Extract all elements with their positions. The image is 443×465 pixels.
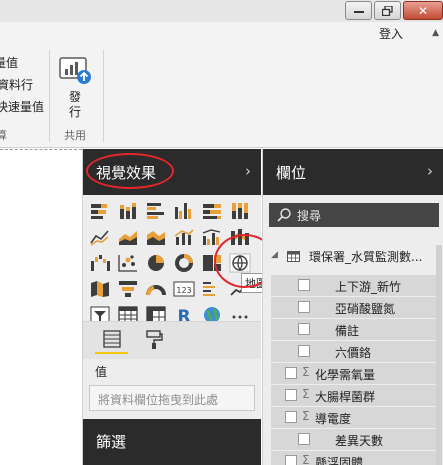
sigma-icon: Σ [302,453,310,465]
field-item[interactable]: Σ 化學需氧量 [271,363,437,384]
table-name: 環保署_水質監測數... [309,250,423,264]
stacked-column-icon[interactable] [117,201,139,221]
visualizations-collapse-button[interactable]: › [245,162,251,180]
search-placeholder: 搜尋 [297,209,322,223]
field-checkbox[interactable] [298,345,310,357]
field-name: 化學需氧量 [315,368,376,382]
values-drop-zone[interactable]: 將資料欄位拖曳到此處 [89,385,255,411]
expand-triangle-icon[interactable]: ◢ [271,250,278,260]
field-name: 上下游_新竹 [335,280,402,294]
stacked-bar-icon[interactable] [89,201,111,221]
restore-icon [382,5,393,16]
publish-icon [59,57,91,84]
ribbon-collapse-icon[interactable]: ▲ [432,28,439,38]
table-icon [287,251,300,262]
minimize-button[interactable] [345,1,372,20]
fields-collapse-button[interactable]: › [427,162,433,180]
publish-label: 發行 [69,90,82,119]
field-name: 懸浮固體 [315,456,364,465]
gauge-icon[interactable] [145,279,167,299]
field-name: 備註 [335,324,360,338]
pie-chart-icon[interactable] [145,253,167,273]
annotation-circle-title [86,153,174,189]
field-checkbox[interactable] [298,301,310,313]
area-chart-icon[interactable] [117,227,139,247]
field-item[interactable]: 備註 [271,319,437,340]
field-name: 導電度 [315,412,352,426]
ribbon-group-share-label: 共用 [64,129,86,142]
filters-header[interactable]: 篩選 [83,419,261,465]
close-button[interactable]: ✕ [403,1,443,20]
line-column-icon[interactable] [173,227,195,247]
field-checkbox[interactable] [285,367,297,379]
fields-tab-icon[interactable] [103,330,121,348]
field-item[interactable]: 上下游_新竹 [271,275,437,296]
donut-icon[interactable] [173,253,195,273]
format-paint-roller-icon[interactable] [145,330,163,350]
field-name: 差異天數 [335,434,384,448]
stacked-area-icon[interactable] [145,227,167,247]
100pct-bar-icon[interactable] [201,201,223,221]
ribbon: 登入 ▲ 量值 資料行 快速量值 算 發行 共用 [0,22,443,148]
close-icon: ✕ [417,3,429,18]
field-table-header[interactable]: ◢ 環保署_水質監測數... [263,245,443,267]
sigma-icon: Σ [302,387,310,401]
line-chart-icon[interactable] [89,227,111,247]
field-checkbox[interactable] [298,433,310,445]
card-icon[interactable]: 123 [173,279,195,299]
svg-text:123: 123 [176,286,191,295]
fields-pane: 欄位 › 搜尋 ◢ 環保署_水質監測數... 上下游_新竹 亞硝酸鹽氮 備註 六… [262,149,443,465]
fields-scrollbar[interactable] [436,245,442,465]
field-item[interactable]: Σ 懸浮固體 [271,451,437,465]
fields-title: 欄位 [276,164,307,182]
field-name: 大腸桿菌群 [315,390,376,404]
restore-button[interactable] [374,1,401,20]
funnel-icon[interactable] [117,279,139,299]
active-tab-indicator [95,352,128,354]
ribbon-group-calculations-label: 算 [0,129,7,142]
field-checkbox[interactable] [285,455,297,465]
field-item[interactable]: 差異天數 [271,429,437,450]
waterfall-icon[interactable] [89,253,111,273]
fields-search-input[interactable]: 搜尋 [269,203,439,227]
field-item[interactable]: Σ 大腸桿菌群 [271,385,437,406]
field-checkbox[interactable] [298,323,310,335]
new-measure-button[interactable]: 量值 [0,54,18,71]
multirow-card-icon[interactable] [201,279,223,299]
field-checkbox[interactable] [285,411,297,423]
field-checkbox[interactable] [285,389,297,401]
clustered-bar-icon[interactable] [145,201,167,221]
field-name: 亞硝酸鹽氮 [335,302,396,316]
100pct-column-icon[interactable] [229,201,251,221]
field-item[interactable]: Σ 導電度 [271,407,437,428]
search-icon [277,208,291,222]
signin-link[interactable]: 登入 [379,25,403,42]
clustered-column-icon[interactable] [173,201,195,221]
scatter-icon[interactable] [117,253,139,273]
filters-title: 篩選 [96,433,127,451]
title-bar: ✕ [0,0,443,22]
new-column-button[interactable]: 資料行 [0,76,33,93]
fields-header: 欄位 › [263,149,443,195]
visualizations-tabs [83,321,261,359]
minimize-icon [353,10,364,13]
values-well-label: 值 [95,365,108,379]
field-item[interactable]: 六價鉻 [271,341,437,362]
field-name: 六價鉻 [335,346,372,360]
filled-map-icon[interactable] [89,279,111,299]
visualizations-pane: 視覺效果 › 123 R 地圖 值 將資料欄位拖曳到此處 篩選 [82,149,276,465]
report-canvas[interactable] [0,149,82,465]
quick-measure-button[interactable]: 快速量值 [0,98,44,115]
ribbon-divider [49,50,50,142]
sigma-icon: Σ [302,365,310,379]
sigma-icon: Σ [302,409,310,423]
field-item[interactable]: 亞硝酸鹽氮 [271,297,437,318]
field-checkbox[interactable] [298,279,310,291]
ribbon-divider [103,50,104,142]
